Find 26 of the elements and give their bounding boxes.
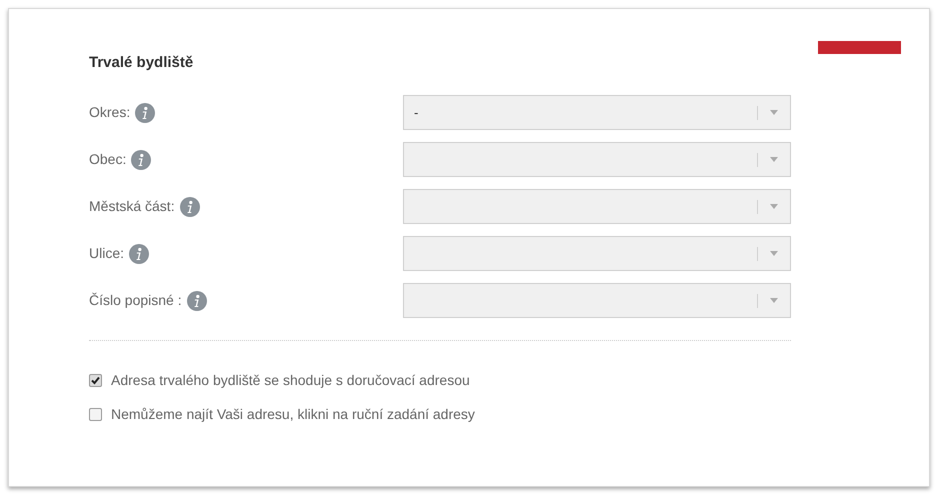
checkbox[interactable] <box>89 374 102 386</box>
select-field[interactable]: - <box>403 95 791 130</box>
dropdown-caret-icon <box>770 251 778 256</box>
select-field[interactable] <box>403 189 791 224</box>
select-field[interactable] <box>403 283 791 318</box>
dropdown-caret-icon <box>770 204 778 209</box>
info-icon[interactable] <box>180 196 200 216</box>
info-icon[interactable] <box>135 102 156 122</box>
field-label: Ulice: <box>89 244 124 263</box>
checkbox-label: Nemůžeme najít Vaši adresu, klikni na ruční zadání adresy <box>111 404 475 424</box>
field-label: Okres: <box>89 103 130 122</box>
checkbox-label: Adresa trvalého bydliště se shoduje s doručovací adresou <box>111 370 470 390</box>
select-field[interactable] <box>403 142 791 177</box>
field-label: Městská část: <box>89 197 175 216</box>
info-icon[interactable] <box>129 244 150 264</box>
select-value: - <box>414 104 420 122</box>
dropdown-caret-icon <box>770 298 778 303</box>
info-icon[interactable] <box>131 150 152 170</box>
info-icon[interactable] <box>186 290 207 310</box>
dropdown-caret-icon <box>770 110 778 115</box>
section-title: Trvalé bydliště <box>89 53 194 73</box>
select-field[interactable] <box>403 236 791 271</box>
dropdown-caret-icon <box>770 157 778 162</box>
field-label: Číslo popisné : <box>89 291 182 310</box>
checkbox[interactable] <box>89 408 102 420</box>
field-label: Obec: <box>89 150 126 169</box>
